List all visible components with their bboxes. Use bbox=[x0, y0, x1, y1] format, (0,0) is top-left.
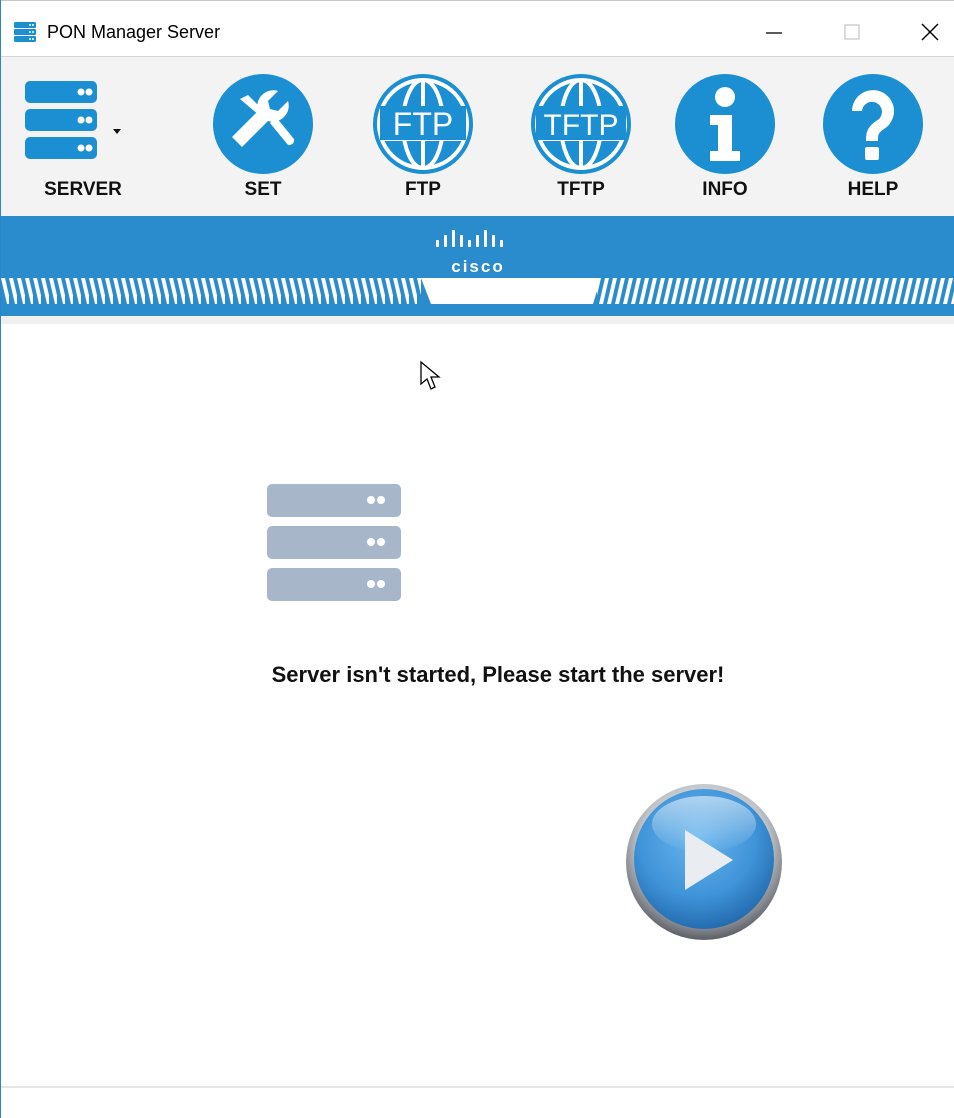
toolbar-ftp-button[interactable]: FTP FTP bbox=[363, 69, 483, 209]
maximize-icon bbox=[844, 24, 860, 40]
title-bar: PON Manager Server bbox=[1, 0, 954, 57]
window-title: PON Manager Server bbox=[47, 22, 221, 42]
toolbar-set-label: SET bbox=[244, 179, 282, 200]
cisco-bars-icon bbox=[436, 230, 503, 247]
toolbar-info-button[interactable]: INFO bbox=[665, 69, 785, 209]
toolbar-tftp-button[interactable]: TFTP TFTP bbox=[521, 69, 641, 209]
toolbar-help-label: HELP bbox=[847, 179, 899, 200]
info-icon bbox=[675, 74, 775, 174]
maximize-button[interactable] bbox=[829, 11, 875, 53]
server-status-message: Server isn't started, Please start the s… bbox=[271, 662, 725, 687]
toolbar-server-button[interactable]: SERVER bbox=[25, 69, 147, 209]
start-server-button[interactable] bbox=[623, 782, 785, 940]
toolbar-set-button[interactable]: SET bbox=[203, 69, 323, 209]
app-window: PON Manager Server SERVER SET FTP FTP TF… bbox=[0, 0, 954, 1118]
footer-divider bbox=[1, 1086, 954, 1088]
toolbar: SERVER SET FTP FTP TFTP TFTP INFO HELP bbox=[1, 56, 954, 217]
toolbar-tftp-label: TFTP bbox=[557, 179, 605, 200]
toolbar-ftp-label: FTP bbox=[405, 179, 441, 200]
toolbar-help-button[interactable]: HELP bbox=[813, 69, 933, 209]
minimize-icon bbox=[766, 32, 782, 34]
svg-text:FTP: FTP bbox=[393, 106, 453, 142]
mouse-cursor-icon bbox=[420, 360, 441, 390]
banner-divider bbox=[1, 316, 954, 324]
toolbar-server-label: SERVER bbox=[44, 179, 122, 200]
cisco-wordmark: cisco bbox=[451, 257, 505, 276]
banner-stripes bbox=[1, 278, 954, 304]
toolbar-info-label: INFO bbox=[702, 179, 748, 200]
globe-ftp-icon: FTP bbox=[373, 74, 473, 174]
server-status-icon bbox=[267, 484, 401, 601]
close-button[interactable] bbox=[907, 11, 953, 53]
minimize-button[interactable] bbox=[751, 11, 797, 53]
help-icon bbox=[823, 74, 923, 174]
svg-text:TFTP: TFTP bbox=[544, 109, 619, 142]
globe-tftp-icon: TFTP bbox=[531, 74, 631, 174]
tools-icon bbox=[213, 74, 313, 174]
close-icon bbox=[921, 23, 939, 41]
cisco-banner: cisco bbox=[1, 216, 954, 316]
app-server-icon bbox=[14, 22, 36, 42]
server-stack-icon bbox=[25, 81, 121, 159]
cisco-logo: cisco bbox=[1, 230, 954, 277]
